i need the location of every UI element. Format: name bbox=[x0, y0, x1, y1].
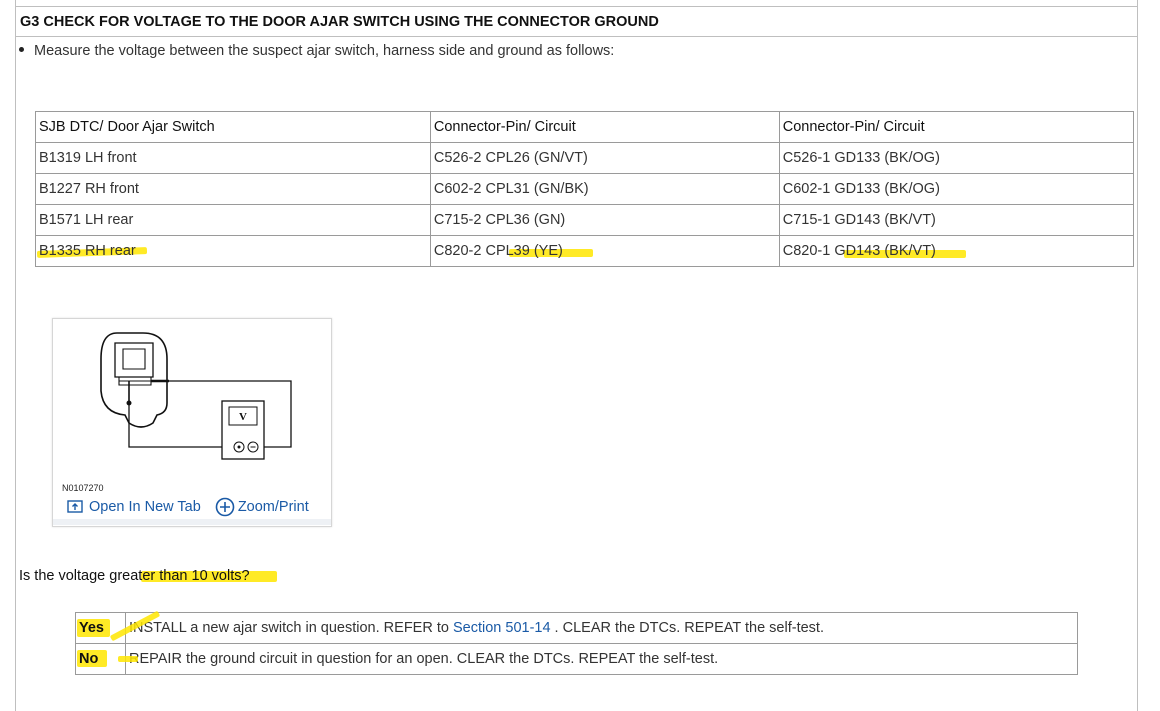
voltmeter-symbol: V bbox=[239, 411, 247, 423]
cell-pin-a: C602-2 CPL31 (GN/BK) bbox=[429, 173, 780, 205]
cell-pin-b: C715-1 GD143 (BK/VT) bbox=[778, 204, 1135, 236]
question-text: Is the voltage greater than 10 volts? bbox=[19, 568, 277, 584]
table-header-row: SJB DTC/ Door Ajar Switch Connector-Pin/… bbox=[35, 111, 1135, 143]
answer-key-label: Yes bbox=[79, 620, 104, 636]
section-501-14-link[interactable]: Section 501-14 bbox=[453, 620, 551, 636]
open-in-new-tab-link[interactable]: Open In New Tab bbox=[67, 499, 201, 515]
answer-key-no: No bbox=[75, 643, 138, 675]
highlight-mark bbox=[118, 656, 138, 662]
bullet-dot-icon bbox=[19, 46, 24, 52]
open-in-new-tab-label: Open In New Tab bbox=[89, 499, 201, 515]
zoom-print-label: Zoom/Print bbox=[237, 498, 309, 515]
table-row: B1335 RH rear C820-2 CPL39 (YE) C820-1 G… bbox=[35, 235, 1135, 267]
cell-dtc-highlighted: B1335 RH rear bbox=[35, 235, 431, 267]
table-row: B1571 LH rear C715-2 CPL36 (GN) C715-1 G… bbox=[35, 204, 1135, 236]
cell-pin-a: C526-2 CPL26 (GN/VT) bbox=[429, 142, 780, 174]
instruction-text: Measure the voltage between the suspect … bbox=[34, 43, 615, 59]
cell-pin-a: C715-2 CPL36 (GN) bbox=[429, 204, 780, 236]
figure-links: Open In New Tab Zoom/Print bbox=[67, 497, 309, 517]
cell-text: C820-2 CPL39 (YE) bbox=[433, 243, 563, 259]
cell-dtc: B1571 LH rear bbox=[35, 204, 431, 236]
zoom-print-link[interactable]: Zoom/Print bbox=[215, 497, 309, 517]
plus-circle-icon bbox=[215, 497, 235, 517]
answer-key-yes: Yes bbox=[75, 610, 161, 644]
table-header-pin-b: Connector-Pin/ Circuit bbox=[778, 111, 1135, 143]
answer-text-post: . CLEAR the DTCs. REPEAT the self-test. bbox=[550, 620, 824, 636]
table-row: B1319 LH front C526-2 CPL26 (GN/VT) C526… bbox=[35, 142, 1135, 174]
figure-footer-bar bbox=[53, 519, 331, 525]
cell-pin-b: C602-1 GD133 (BK/OG) bbox=[778, 173, 1135, 205]
cell-pin-a-highlighted: C820-2 CPL39 (YE) bbox=[429, 235, 780, 267]
answer-row-no: No REPAIR the ground circuit in question… bbox=[75, 643, 1078, 675]
wiring-figure: V N0107270 Open In New Tab Zoom/Print bbox=[52, 318, 332, 527]
cell-dtc: B1227 RH front bbox=[35, 173, 431, 205]
answer-text-pre: INSTALL a new ajar switch in question. R… bbox=[129, 620, 453, 636]
cell-text: C820-1 GD143 (BK/VT) bbox=[782, 243, 936, 259]
voltmeter-wiring-diagram: V bbox=[100, 332, 292, 460]
open-new-tab-icon bbox=[67, 500, 83, 513]
cell-dtc: B1319 LH front bbox=[35, 142, 431, 174]
answer-row-yes: Yes INSTALL a new ajar switch in questio… bbox=[75, 610, 1078, 644]
answer-key-label: No bbox=[79, 651, 99, 667]
page-frame-left bbox=[15, 0, 16, 711]
page-frame-right bbox=[1137, 0, 1138, 711]
cell-pin-b: C526-1 GD133 (BK/OG) bbox=[778, 142, 1135, 174]
step-title: G3 CHECK FOR VOLTAGE TO THE DOOR AJAR SW… bbox=[15, 7, 1137, 37]
instruction-bullet: Measure the voltage between the suspect … bbox=[19, 43, 614, 59]
answer-text-no: REPAIR the ground circuit in question fo… bbox=[125, 643, 1078, 675]
table-header-pin-a: Connector-Pin/ Circuit bbox=[429, 111, 780, 143]
figure-id: N0107270 bbox=[62, 483, 104, 493]
table-row: B1227 RH front C602-2 CPL31 (GN/BK) C602… bbox=[35, 173, 1135, 205]
cell-pin-b-highlighted: C820-1 GD143 (BK/VT) bbox=[778, 235, 1135, 267]
table-header-dtc: SJB DTC/ Door Ajar Switch bbox=[35, 111, 431, 143]
answer-table: Yes INSTALL a new ajar switch in questio… bbox=[75, 610, 1078, 675]
connector-pin-table: SJB DTC/ Door Ajar Switch Connector-Pin/… bbox=[35, 111, 1135, 267]
answer-text-yes: INSTALL a new ajar switch in question. R… bbox=[125, 612, 1078, 644]
cell-text: B1335 RH rear bbox=[39, 243, 136, 259]
question-label: Is the voltage greater than 10 volts? bbox=[19, 568, 250, 584]
